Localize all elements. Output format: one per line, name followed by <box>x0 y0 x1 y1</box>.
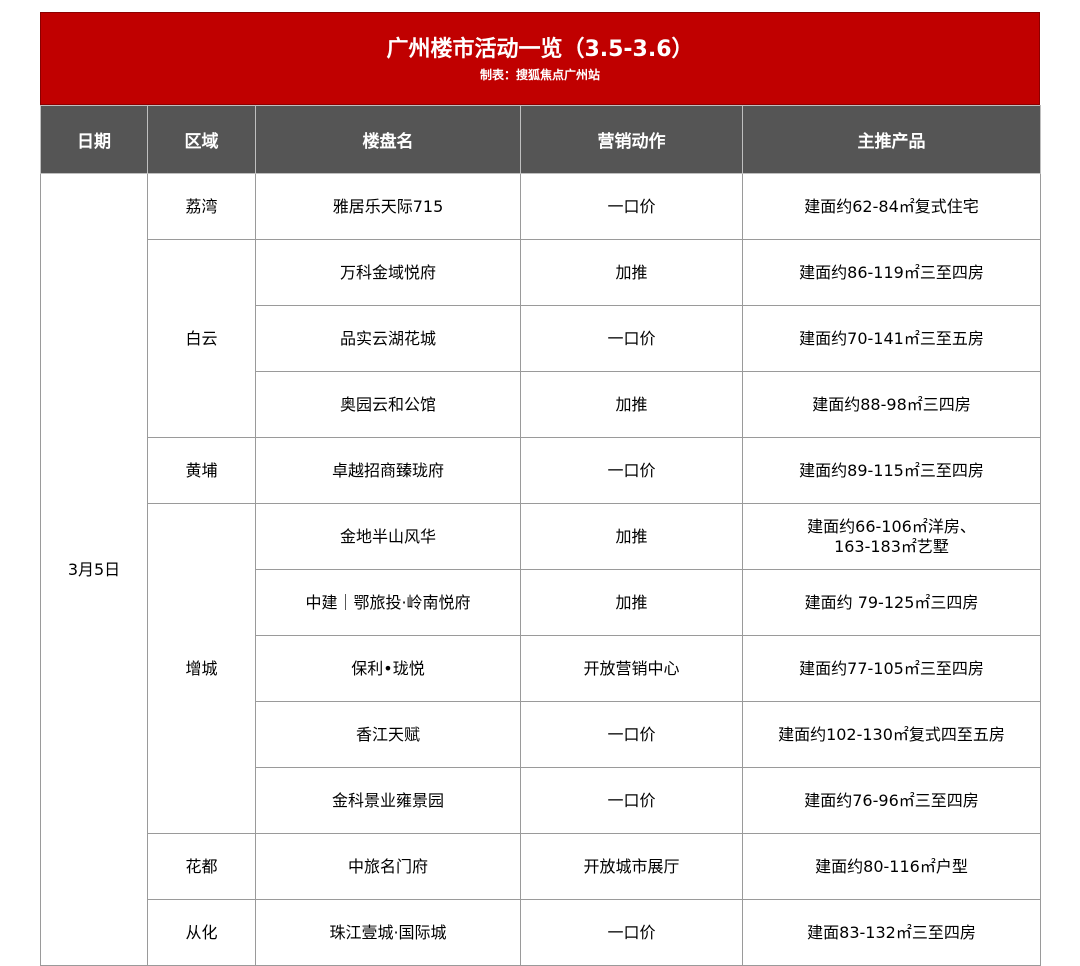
product-cell: 建面约77-105㎡三至四房 <box>742 635 1041 702</box>
product-line-1: 建面约66-106㎡洋房、 <box>807 516 976 536</box>
action-cell: 一口价 <box>520 305 743 372</box>
project-cell: 卓越招商臻珑府 <box>255 437 521 504</box>
product-cell: 建面约76-96㎡三至四房 <box>742 767 1041 834</box>
date-cell: 3月5日 <box>40 173 148 966</box>
action-cell: 一口价 <box>520 437 743 504</box>
activity-table-container: 广州楼市活动一览（3.5-3.6） 制表：搜狐焦点广州站 日期 区域 楼盘名 营… <box>40 12 1041 966</box>
district-cell: 花都 <box>147 833 256 900</box>
product-cell: 建面83-132㎡三至四房 <box>742 899 1041 966</box>
district-cell: 增城 <box>147 503 256 834</box>
product-line-2: 163-183㎡艺墅 <box>834 536 949 556</box>
action-cell: 一口价 <box>520 899 743 966</box>
district-cell: 白云 <box>147 239 256 438</box>
action-cell: 加推 <box>520 371 743 438</box>
table-row: 花都 中旅名门府 开放城市展厅 建面约80-116㎡户型 <box>41 833 1041 900</box>
product-cell: 建面约62-84㎡复式住宅 <box>742 173 1041 240</box>
page-subtitle: 制表：搜狐焦点广州站 <box>479 68 600 82</box>
product-cell: 建面约66-106㎡洋房、 163-183㎡艺墅 <box>742 503 1041 570</box>
project-cell: 奥园云和公馆 <box>255 371 521 438</box>
action-cell: 开放城市展厅 <box>520 833 743 900</box>
action-cell: 加推 <box>520 503 743 570</box>
product-cell: 建面约86-119㎡三至四房 <box>742 239 1041 306</box>
action-cell: 一口价 <box>520 173 743 240</box>
table-row: 白云 万科金域悦府 加推 建面约86-119㎡三至四房 <box>41 239 1041 438</box>
title-banner: 广州楼市活动一览（3.5-3.6） 制表：搜狐焦点广州站 <box>40 12 1040 105</box>
project-cell: 中旅名门府 <box>255 833 521 900</box>
header-product: 主推产品 <box>742 105 1041 174</box>
project-cell: 金科景业雍景园 <box>255 767 521 834</box>
header-district: 区域 <box>147 105 256 174</box>
header-project: 楼盘名 <box>255 105 521 174</box>
project-cell: 珠江壹城·国际城 <box>255 899 521 966</box>
project-cell: 中建｜鄂旅投·岭南悦府 <box>255 569 521 636</box>
project-cell: 雅居乐天际715 <box>255 173 521 240</box>
product-cell: 建面约89-115㎡三至四房 <box>742 437 1041 504</box>
project-cell: 保利•珑悦 <box>255 635 521 702</box>
table-row: 黄埔 卓越招商臻珑府 一口价 建面约89-115㎡三至四房 <box>41 437 1041 504</box>
action-cell: 加推 <box>520 569 743 636</box>
header-date: 日期 <box>40 105 148 174</box>
project-cell: 品实云湖花城 <box>255 305 521 372</box>
activity-table: 日期 区域 楼盘名 营销动作 主推产品 3月5日 荔湾 雅居乐天际715 一口价… <box>40 105 1041 966</box>
product-cell: 建面约70-141㎡三至五房 <box>742 305 1041 372</box>
product-cell: 建面约102-130㎡复式四至五房 <box>742 701 1041 768</box>
table-header-row: 日期 区域 楼盘名 营销动作 主推产品 <box>40 105 1041 174</box>
header-action: 营销动作 <box>520 105 743 174</box>
product-cell: 建面约88-98㎡三四房 <box>742 371 1041 438</box>
project-cell: 金地半山风华 <box>255 503 521 570</box>
action-cell: 一口价 <box>520 767 743 834</box>
table-row: 从化 珠江壹城·国际城 一口价 建面83-132㎡三至四房 <box>41 899 1041 966</box>
action-cell: 加推 <box>520 239 743 306</box>
table-row: 增城 金地半山风华 加推 建面约66-106㎡洋房、 163-183㎡艺墅 <box>41 503 1041 834</box>
district-cell: 从化 <box>147 899 256 966</box>
product-cell: 建面约 79-125㎡三四房 <box>742 569 1041 636</box>
product-cell: 建面约80-116㎡户型 <box>742 833 1041 900</box>
project-cell: 万科金域悦府 <box>255 239 521 306</box>
district-cell: 荔湾 <box>147 173 256 240</box>
table-row: 3月5日 荔湾 雅居乐天际715 一口价 建面约62-84㎡复式住宅 <box>40 173 1041 966</box>
page-title: 广州楼市活动一览（3.5-3.6） <box>386 37 694 62</box>
district-cell: 黄埔 <box>147 437 256 504</box>
project-cell: 香江天赋 <box>255 701 521 768</box>
action-cell: 一口价 <box>520 701 743 768</box>
action-cell: 开放营销中心 <box>520 635 743 702</box>
